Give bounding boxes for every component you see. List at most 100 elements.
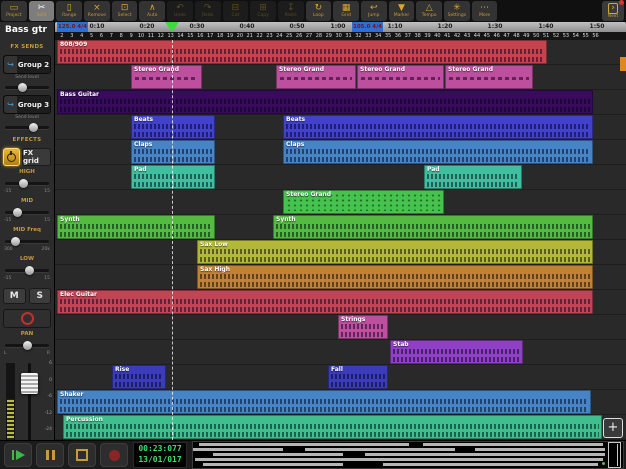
clip[interactable]: Stereo Grand <box>357 65 444 89</box>
clip[interactable]: Stereo Grand <box>276 65 356 89</box>
toolbar-button-undo[interactable]: ↶Undo <box>167 1 193 21</box>
eq-max-label: 15 <box>44 189 50 195</box>
slider-thumb[interactable] <box>11 237 20 246</box>
toolbar-button-redo[interactable]: ↷Redo <box>195 1 221 21</box>
clip[interactable]: Bass Guitar <box>57 90 593 114</box>
clip[interactable]: Stereo Grand <box>131 65 202 89</box>
clip[interactable]: Pad <box>424 165 522 189</box>
record-arm-button[interactable] <box>3 309 51 328</box>
toolbar-button-select[interactable]: ⊡Select <box>112 1 138 21</box>
playhead-marker[interactable] <box>165 22 179 32</box>
toolbar-button-grid[interactable]: ▦Grid <box>333 1 359 21</box>
toolbar-button-cut[interactable]: ⊟Cut <box>223 1 249 21</box>
clip[interactable]: Stereo Grand <box>445 65 533 89</box>
arrangement-area[interactable]: + 808/909Stereo GrandStereo GrandStereo … <box>55 40 626 440</box>
clip[interactable]: Elec Guitar <box>57 290 593 314</box>
tempo-marker[interactable]: 105.0 4/4 <box>352 22 383 32</box>
toolbar-button-loop[interactable]: ↻Loop <box>306 1 332 21</box>
toolbar-button-settings[interactable]: ✳Settings <box>444 1 470 21</box>
track-row[interactable]: Strings <box>55 315 626 340</box>
toolbar-button-range[interactable]: ▯Range <box>56 1 82 21</box>
bar-number: 12 <box>156 33 166 39</box>
volume-fader-handle[interactable] <box>21 373 38 394</box>
track-row[interactable]: Sax Low <box>55 240 626 265</box>
toolbar-button-marker[interactable]: ▼Marker <box>389 1 415 21</box>
track-row[interactable]: Shaker <box>55 390 626 415</box>
slider-thumb[interactable] <box>19 179 28 188</box>
clip[interactable]: Pad <box>131 165 215 189</box>
eq-slider-high[interactable] <box>3 177 51 189</box>
clip-label: Pad <box>427 166 440 173</box>
slider-thumb[interactable] <box>13 208 22 217</box>
clip[interactable]: Strings <box>338 315 388 339</box>
clip[interactable]: Fall <box>328 365 388 389</box>
track-row[interactable]: Synth Synth <box>55 215 626 240</box>
track-row[interactable]: 808/909 <box>55 40 626 65</box>
record-button[interactable] <box>100 443 128 467</box>
clip[interactable]: Stab <box>390 340 523 364</box>
send-level-slider[interactable] <box>3 121 51 133</box>
song-overview-navigator[interactable] <box>192 441 624 469</box>
tempo-marker[interactable]: 125.0 4/4 <box>57 22 88 32</box>
send-level-slider[interactable] <box>3 81 51 93</box>
toolbar-button-project[interactable]: ▭Project <box>1 1 27 21</box>
eq-label: MID <box>0 198 54 206</box>
clip[interactable]: Rise <box>112 365 166 389</box>
clip[interactable]: Synth <box>57 215 215 239</box>
toolbar-button-paste[interactable]: ↧Paste <box>278 1 304 21</box>
track-row[interactable]: Claps Claps <box>55 140 626 165</box>
solo-button[interactable]: S <box>29 288 52 304</box>
toolbar-button-more[interactable]: ⋯More <box>472 1 498 21</box>
fx-power-button[interactable] <box>3 148 20 166</box>
eq-slider-mid-freq[interactable] <box>3 235 51 247</box>
clip[interactable]: Sax Low <box>197 240 593 264</box>
track-row[interactable]: Percussion <box>55 415 626 440</box>
bar-number: 2 <box>57 33 67 39</box>
clip[interactable]: Claps <box>283 140 593 164</box>
clip[interactable]: Synth <box>273 215 593 239</box>
play-button[interactable] <box>4 443 32 467</box>
stop-button[interactable] <box>68 443 96 467</box>
next-button[interactable]: › Next <box>602 1 624 21</box>
clip[interactable]: Percussion <box>63 415 602 439</box>
fx-grid-button[interactable]: FX grid <box>22 148 51 166</box>
track-row[interactable]: Bass Guitar <box>55 90 626 115</box>
toolbar-button-copy[interactable]: ⊞Copy <box>250 1 276 21</box>
clip[interactable]: Claps <box>131 140 215 164</box>
track-row[interactable]: Pad Pad <box>55 165 626 190</box>
send-button-2[interactable]: ↪Group 3 <box>3 95 51 114</box>
track-row[interactable]: Rise Fall <box>55 365 626 390</box>
clip[interactable]: Sax High <box>197 265 593 289</box>
clip[interactable]: Shaker <box>57 390 591 414</box>
overview-handle[interactable] <box>608 442 621 468</box>
clip[interactable]: 808/909 <box>57 40 547 64</box>
clip[interactable]: Stereo Grand <box>283 190 444 214</box>
track-row[interactable]: Stab <box>55 340 626 365</box>
toolbar-button-tempo[interactable]: △Tempo <box>416 1 442 21</box>
pause-button[interactable] <box>36 443 64 467</box>
track-row[interactable]: Sax High <box>55 265 626 290</box>
eq-slider-low[interactable] <box>3 264 51 276</box>
pan-slider-thumb[interactable] <box>23 341 32 350</box>
timeline-ruler[interactable]: 0:100:200:300:400:501:001:101:201:301:40… <box>55 22 626 32</box>
toolbar-button-jump[interactable]: ↩Jump <box>361 1 387 21</box>
pan-slider[interactable] <box>3 339 51 351</box>
toolbar-button-label: Project <box>6 13 21 19</box>
clip[interactable]: Beats <box>131 115 215 139</box>
track-row[interactable]: Elec Guitar <box>55 290 626 315</box>
slider-thumb[interactable] <box>29 123 38 132</box>
toolbar-button-auto[interactable]: ∧Auto <box>139 1 165 21</box>
slider-thumb[interactable] <box>25 266 34 275</box>
toolbar-button-split[interactable]: ✂Split <box>29 1 55 21</box>
send-button-1[interactable]: ↪Group 2 <box>3 55 51 74</box>
mute-button[interactable]: M <box>3 288 26 304</box>
clip[interactable]: Beats <box>283 115 593 139</box>
overview-track-bar <box>365 453 605 456</box>
toolbar-button-remove[interactable]: ×Remove <box>84 1 110 21</box>
track-row[interactable]: Stereo GrandStereo GrandStereo GrandSter… <box>55 65 626 90</box>
eq-slider-mid[interactable] <box>3 206 51 218</box>
add-track-button[interactable]: + <box>603 418 623 438</box>
track-row[interactable]: Stereo Grand <box>55 190 626 215</box>
slider-thumb[interactable] <box>18 83 27 92</box>
track-row[interactable]: Beats Beats <box>55 115 626 140</box>
